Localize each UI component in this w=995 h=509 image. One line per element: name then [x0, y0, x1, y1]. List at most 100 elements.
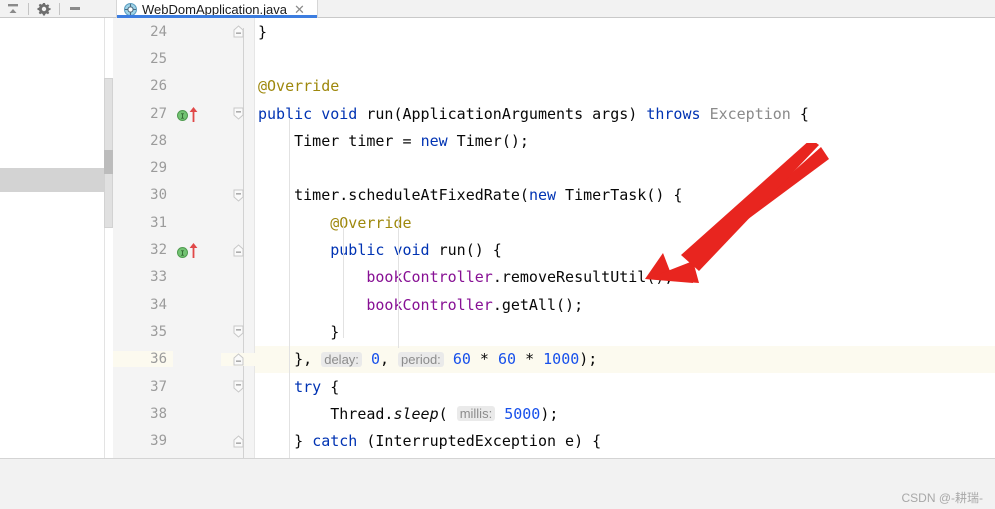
line-number: 35: [150, 323, 167, 340]
line-number: 28: [150, 132, 167, 149]
code-token: new: [420, 131, 448, 150]
code-line-text[interactable]: bookController .removeResultUtil();: [255, 264, 995, 291]
fold-marker-up-icon[interactable]: [233, 353, 244, 366]
code-token: );: [579, 350, 598, 369]
fold-marker-down-icon[interactable]: [233, 380, 244, 393]
fold-marker-down-icon[interactable]: [233, 189, 244, 202]
code-line-text[interactable]: @Override: [255, 73, 995, 100]
code-token: void: [321, 104, 358, 123]
parameter-hint: delay:: [321, 351, 362, 367]
code-line-text[interactable]: }, delay: 0, period: 60 * 60 * 1000);: [255, 345, 995, 373]
code-line-row[interactable]: 26 @Override: [113, 73, 995, 100]
parameter-hint: period:: [398, 351, 444, 367]
code-line-row[interactable]: 37 try {: [113, 373, 995, 400]
code-line-text[interactable]: bookController .getAll();: [255, 291, 995, 318]
code-line-row[interactable]: 27 Ipublic void run (ApplicationArguments …: [113, 100, 995, 127]
line-number: 33: [150, 269, 167, 286]
fold-marker-down-icon[interactable]: [233, 107, 244, 120]
editor-toolbar: [0, 0, 116, 18]
gear-icon[interactable]: [31, 0, 57, 18]
line-number: 32: [150, 242, 167, 259]
code-lines-container: 24} 25 26 @Override 27 Ipublic void run (Appli…: [113, 18, 995, 455]
code-token: run: [366, 104, 394, 123]
code-editor[interactable]: 24} 25 26 @Override 27 Ipublic void run (Appli…: [113, 18, 995, 458]
code-token: {: [790, 104, 809, 123]
fold-marker-cell: [221, 434, 255, 448]
code-line-row[interactable]: 25: [113, 45, 995, 72]
project-scrollbar-thumb-active[interactable]: [104, 150, 113, 174]
code-line-text[interactable]: timer.scheduleAtFixedRate(new TimerTask(…: [255, 182, 995, 209]
code-line-row[interactable]: 30 timer.scheduleAtFixedRate(new TimerTa…: [113, 182, 995, 209]
fold-marker-cell: [221, 380, 255, 393]
editor-tab-webdomapplication[interactable]: WebDomApplication.java ✕: [116, 0, 318, 18]
code-token: (InterruptedException e) {: [357, 432, 602, 451]
minimize-icon[interactable]: [62, 0, 88, 18]
code-line-text[interactable]: Thread. sleep( millis: 5000);: [255, 400, 995, 427]
csdn-watermark: CSDN @-耕瑞-: [901, 491, 983, 505]
code-line-text[interactable]: @Override: [255, 209, 995, 236]
fold-marker-up-icon[interactable]: [233, 25, 244, 38]
collapse-all-icon[interactable]: [0, 0, 26, 18]
bottom-status-area: CSDN @-耕瑞-: [0, 458, 995, 509]
override-marker-icon[interactable]: [189, 243, 198, 259]
code-line-row[interactable]: 28 Timer timer = new Timer();: [113, 127, 995, 154]
svg-text:I: I: [180, 249, 184, 257]
code-token: {: [321, 377, 340, 396]
code-line-text[interactable]: } catch (InterruptedException e) {: [255, 427, 995, 454]
code-line-row[interactable]: 35 }: [113, 318, 995, 345]
code-line-text[interactable]: Timer timer = new Timer();: [255, 127, 995, 154]
code-token: public: [330, 241, 385, 260]
project-panel[interactable]: [0, 18, 104, 458]
fold-marker-up-icon[interactable]: [233, 434, 244, 448]
gutter-marker-cell: I: [173, 243, 221, 259]
gutter-marker-cell: I: [173, 106, 221, 122]
code-line-row[interactable]: 34 bookController .getAll();: [113, 291, 995, 318]
code-token: *: [470, 350, 498, 369]
line-number: 24: [150, 23, 167, 40]
code-token: .removeResultUtil();: [492, 268, 674, 287]
code-token: public: [258, 104, 313, 123]
override-marker-icon[interactable]: [189, 106, 198, 122]
line-number: 39: [150, 433, 167, 450]
code-line-row[interactable]: 31 @Override: [113, 209, 995, 236]
code-token: Thread.: [258, 404, 394, 423]
toolbar-separator-1: [28, 2, 29, 15]
project-selected-row[interactable]: [0, 168, 104, 192]
code-line-row[interactable]: 33 bookController .removeResultUtil();: [113, 264, 995, 291]
code-line-row[interactable]: 24}: [113, 18, 995, 45]
code-token: ,: [379, 350, 399, 369]
fold-marker-down-icon[interactable]: [233, 325, 244, 339]
code-line-row[interactable]: 32 I public void run() {: [113, 236, 995, 263]
line-number: 31: [150, 214, 167, 231]
code-line-text[interactable]: }: [255, 18, 995, 45]
code-token: timer.scheduleAtFixedRate(: [258, 186, 529, 205]
code-line-text[interactable]: [255, 45, 995, 72]
line-number: 26: [150, 78, 167, 95]
code-token: catch: [312, 432, 358, 451]
close-icon[interactable]: ✕: [292, 3, 305, 16]
parameter-hint: millis:: [456, 406, 496, 422]
code-token: 0: [370, 350, 380, 369]
code-line-text[interactable]: }: [255, 318, 995, 345]
code-line-row[interactable]: 39 } catch (InterruptedException e) {: [113, 427, 995, 454]
indent-guide-1: [343, 218, 344, 338]
code-token: }: [258, 22, 268, 41]
editor-tabbar: WebDomApplication.java ✕: [116, 0, 995, 18]
code-line-row[interactable]: 38 Thread. sleep( millis: 5000);: [113, 400, 995, 427]
implementation-marker-icon[interactable]: I: [177, 245, 188, 258]
code-line-text[interactable]: [255, 154, 995, 181]
code-token: Timer timer =: [258, 131, 421, 150]
code-line-text[interactable]: public void run (ApplicationArguments arg…: [255, 100, 995, 127]
code-line-text[interactable]: public void run() {: [255, 236, 995, 263]
fold-marker-up-icon[interactable]: [233, 243, 244, 257]
code-line-text[interactable]: try {: [255, 373, 995, 400]
code-line-row[interactable]: 29: [113, 154, 995, 181]
svg-text:I: I: [180, 112, 184, 120]
code-line-row[interactable]: 36 }, delay: 0, period: 60 * 60 * 1000);: [113, 345, 995, 373]
implementation-marker-icon[interactable]: I: [177, 108, 188, 122]
